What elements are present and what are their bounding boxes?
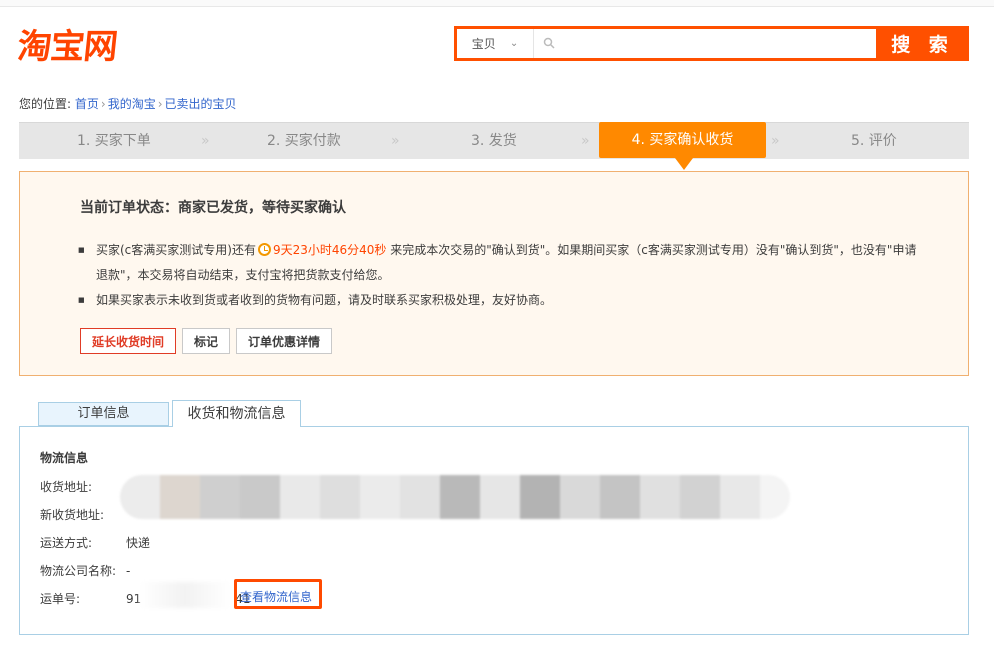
breadcrumb-sold-items[interactable]: 已卖出的宝贝 (165, 97, 237, 111)
tracking-number-redacted (140, 582, 230, 608)
order-discount-details-button[interactable]: 订单优惠详情 (236, 328, 333, 354)
logistics-company-row: 物流公司名称: - (40, 564, 131, 578)
breadcrumb-home[interactable]: 首页 (75, 97, 99, 111)
new-address-row: 新收货地址: (40, 508, 105, 522)
search-button[interactable]: 搜 索 (876, 26, 969, 61)
extend-receipt-time-button[interactable]: 延长收货时间 (80, 328, 177, 354)
mark-button[interactable]: 标记 (182, 328, 231, 354)
step-buyer-pay: 2. 买家付款 (267, 133, 341, 149)
tab-order-info[interactable]: 订单信息 (38, 402, 169, 426)
chevron-down-icon: ⌄ (509, 38, 519, 49)
order-status-panel: 当前订单状态：商家已发货，等待买家确认 买家(c客满买家测试专用)还有9天23小… (19, 171, 969, 376)
shipping-method-row: 运送方式: 快递 (40, 536, 151, 550)
step-arrow-icon: » (771, 133, 780, 149)
breadcrumb-my-taobao[interactable]: 我的淘宝 (108, 97, 156, 111)
breadcrumb: 您的位置: 首页 › 我的淘宝 › 已卖出的宝贝 (19, 95, 237, 112)
breadcrumb-prefix: 您的位置: (19, 97, 72, 111)
step-buyer-order: 1. 买家下单 (77, 133, 151, 149)
address-row: 收货地址: (40, 480, 93, 494)
status-note-2: 如果买家表示未收到货或者收到的货物有问题，请及时联系买家积极处理，友好协商。 (78, 288, 928, 313)
search-icon (543, 37, 555, 49)
countdown-timer: 9天23小时46分40秒 (272, 243, 387, 257)
search-category-select[interactable]: 宝贝 ⌄ (457, 29, 534, 58)
search-input[interactable] (561, 32, 865, 56)
address-redacted (120, 475, 790, 519)
search-bar: 宝贝 ⌄ 搜 索 (454, 26, 969, 61)
view-logistics-highlight: 查看物流信息 (234, 579, 322, 609)
breadcrumb-separator: › (157, 97, 163, 111)
step-arrow-icon: » (201, 133, 210, 149)
view-logistics-link[interactable]: 查看物流信息 (240, 588, 312, 605)
order-progress-steps: 1. 买家下单 » 2. 买家付款 » 3. 发货 » 4. 买家确认收货 » … (19, 122, 969, 159)
logistics-section-title: 物流信息 (40, 451, 89, 465)
step-arrow-icon: » (581, 133, 590, 149)
clock-icon (257, 243, 271, 256)
active-step-caret (675, 158, 693, 170)
order-status-title: 当前订单状态：商家已发货，等待买家确认 (80, 200, 346, 216)
step-review: 5. 评价 (851, 133, 897, 149)
breadcrumb-separator: › (100, 97, 106, 111)
step-buyer-confirm: 4. 买家确认收货 (599, 122, 766, 158)
step-ship: 3. 发货 (471, 133, 517, 149)
top-bar (0, 0, 994, 7)
status-note-1: 买家(c客满买家测试专用)还有9天23小时46分40秒 来完成本次交易的"确认到… (78, 238, 928, 288)
taobao-logo[interactable]: 淘宝网 (16, 22, 119, 67)
step-arrow-icon: » (391, 133, 400, 149)
tab-shipping-logistics[interactable]: 收货和物流信息 (172, 400, 301, 427)
